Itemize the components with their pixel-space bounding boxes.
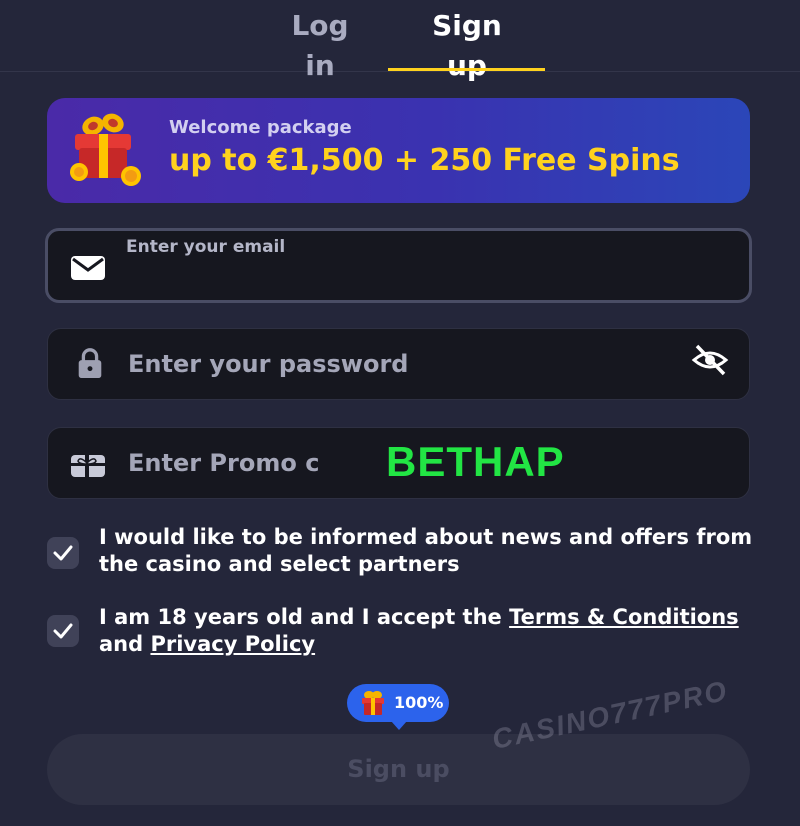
terms-middle: and	[99, 632, 144, 656]
terms-prefix: I am 18 years old and I accept the	[99, 605, 502, 629]
password-field[interactable]	[47, 328, 750, 400]
terms-consent-text: I am 18 years old and I accept the Terms…	[99, 604, 759, 658]
email-field[interactable]: Enter your email	[45, 228, 752, 303]
banner-title: up to €1,500 + 250 Free Spins	[169, 143, 680, 178]
email-input[interactable]	[126, 253, 679, 301]
checkmark-icon	[53, 545, 73, 561]
gift-card-icon	[71, 455, 105, 477]
gift-box-icon	[70, 113, 141, 186]
progress-badge: 100%	[347, 684, 449, 730]
auth-tabs: Log in Sign up	[0, 0, 800, 82]
terms-checkbox[interactable]	[47, 615, 79, 647]
progress-label: 100%	[394, 693, 444, 712]
promo-code-input[interactable]	[128, 428, 319, 498]
newsletter-checkbox[interactable]	[47, 537, 79, 569]
tab-log-in[interactable]: Log in	[278, 6, 362, 82]
promo-code-overlay: BETHAP	[386, 438, 565, 485]
gift-icon	[362, 691, 384, 715]
envelope-icon	[71, 256, 105, 280]
terms-conditions-link[interactable]: Terms & Conditions	[509, 605, 739, 629]
active-tab-indicator	[388, 68, 545, 71]
password-input[interactable]	[128, 329, 679, 399]
sign-up-button[interactable]: Sign up	[47, 734, 750, 805]
checkmark-icon	[53, 623, 73, 639]
welcome-package-banner: Welcome package up to €1,500 + 250 Free …	[47, 98, 750, 203]
promo-code-field[interactable]: BETHAP	[47, 427, 750, 499]
banner-subtitle: Welcome package	[169, 117, 352, 138]
eye-off-icon[interactable]	[691, 341, 729, 379]
lock-icon	[78, 348, 102, 379]
privacy-policy-link[interactable]: Privacy Policy	[150, 632, 315, 656]
tab-sign-up[interactable]: Sign up	[412, 6, 522, 82]
newsletter-consent-text: I would like to be informed about news a…	[99, 525, 753, 576]
